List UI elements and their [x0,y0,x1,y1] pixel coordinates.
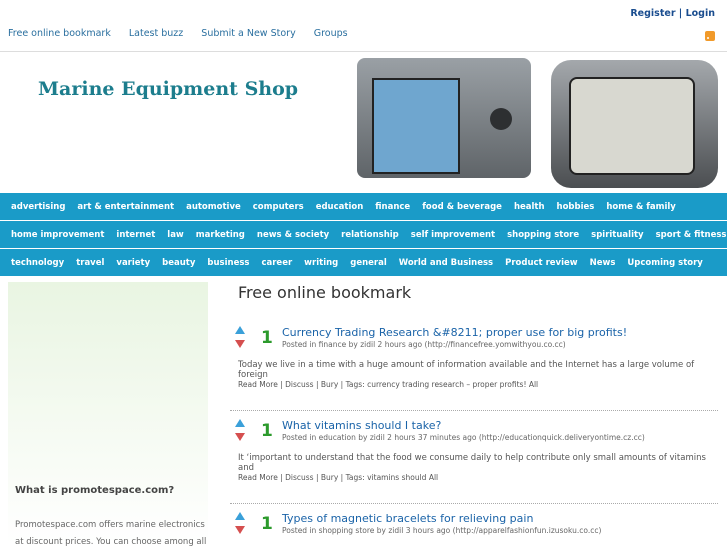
nav-item[interactable]: computers [247,202,310,212]
story-meta: Posted in shopping store by zidil 3 hour… [282,526,602,535]
nav-item[interactable]: World and Business [393,258,499,268]
nav-item[interactable]: shopping store [501,230,585,240]
nav-item[interactable]: advertising [5,202,71,212]
vote-up-icon[interactable] [235,419,245,427]
nav-item[interactable]: technology [5,258,70,268]
nav-item[interactable]: art & entertainment [71,202,180,212]
category-nav-row-1: advertising art & entertainment automoti… [0,193,727,220]
nav-item[interactable]: education [310,202,370,212]
site-title[interactable]: Marine Equipment Shop [38,78,298,100]
divider [230,410,718,411]
rss-icon[interactable] [705,31,715,41]
nav-item[interactable]: Product review [499,258,584,268]
nav-item[interactable]: beauty [156,258,201,268]
nav-item[interactable]: relationship [335,230,405,240]
category-nav-row-3: technology travel variety beauty busines… [0,249,727,276]
nav-item[interactable]: finance [369,202,416,212]
top-link-submit-story[interactable]: Submit a New Story [201,28,295,39]
gps-screen [372,78,460,174]
vote-down-icon[interactable] [235,340,245,348]
nav-item[interactable]: hobbies [551,202,601,212]
sidebar-heading: What is promotespace.com? [15,485,175,496]
top-link-groups[interactable]: Groups [314,28,348,39]
vote-up-icon[interactable] [235,326,245,334]
register-link[interactable]: Register [630,8,675,19]
gps-device-image [357,58,531,178]
vote-down-icon[interactable] [235,433,245,441]
top-link-bookmark[interactable]: Free online bookmark [8,28,111,39]
vote-count: 1 [261,328,273,348]
main-content: Free online bookmark [230,283,720,302]
story-title[interactable]: Currency Trading Research &#8211; proper… [282,326,627,339]
sidebar-text: Promotespace.com offers marine electroni… [15,520,207,547]
category-nav-row-2: home improvement internet law marketing … [0,221,727,248]
divider [230,503,718,504]
nav-item[interactable]: Upcoming story [621,258,708,268]
story-meta: Posted in education by zidil 2 hours 37 … [282,433,645,442]
nav-item[interactable]: internet [110,230,161,240]
story-description: Today we live in a time with a huge amou… [238,360,695,380]
nav-item[interactable]: News [584,258,622,268]
nav-item[interactable]: career [255,258,298,268]
nav-item[interactable]: sport & fitness [650,230,727,240]
nav-item[interactable]: self improvement [405,230,501,240]
nav-item[interactable]: automotive [180,202,247,212]
nav-item[interactable]: business [201,258,255,268]
nav-item[interactable]: health [508,202,551,212]
top-links: Free online bookmark Latest buzz Submit … [8,28,363,39]
sidebar: What is promotespace.com? Promotespace.c… [8,282,208,547]
login-link[interactable]: Login [686,8,715,19]
nav-item[interactable]: travel [70,258,110,268]
vote-count: 1 [261,514,273,534]
story-actions[interactable]: Read More | Discuss | Bury | Tags: vitam… [238,473,438,482]
nav-item[interactable]: spirituality [585,230,649,240]
story-title[interactable]: What vitamins should I take? [282,419,441,432]
nav-item[interactable]: writing [298,258,344,268]
page-title: Free online bookmark [238,283,412,302]
vote-controls [235,512,247,534]
nav-item[interactable]: law [161,230,190,240]
fishfinder-device-image [551,60,718,188]
gps-knob [490,108,512,130]
fishfinder-screen [569,77,695,175]
story-title[interactable]: Types of magnetic bracelets for relievin… [282,512,533,525]
vote-down-icon[interactable] [235,526,245,534]
vote-controls [235,419,247,441]
nav-item[interactable]: home improvement [5,230,110,240]
story-meta: Posted in finance by zidil 2 hours ago (… [282,340,566,349]
nav-item[interactable]: food & beverage [416,202,508,212]
nav-item[interactable]: variety [110,258,156,268]
vote-count: 1 [261,421,273,441]
nav-item[interactable]: home & family [600,202,682,212]
site-header: Marine Equipment Shop [0,51,727,193]
story-actions[interactable]: Read More | Discuss | Bury | Tags: curre… [238,380,538,389]
nav-item[interactable]: general [344,258,393,268]
top-bar: Free online bookmark Latest buzz Submit … [0,0,727,50]
nav-item[interactable]: marketing [190,230,251,240]
vote-up-icon[interactable] [235,512,245,520]
top-link-latest-buzz[interactable]: Latest buzz [129,28,183,39]
story-description: It ‘important to understand that the foo… [238,453,706,473]
nav-item[interactable]: news & society [251,230,335,240]
auth-links: Register | Login [630,8,715,19]
vote-controls [235,326,247,348]
